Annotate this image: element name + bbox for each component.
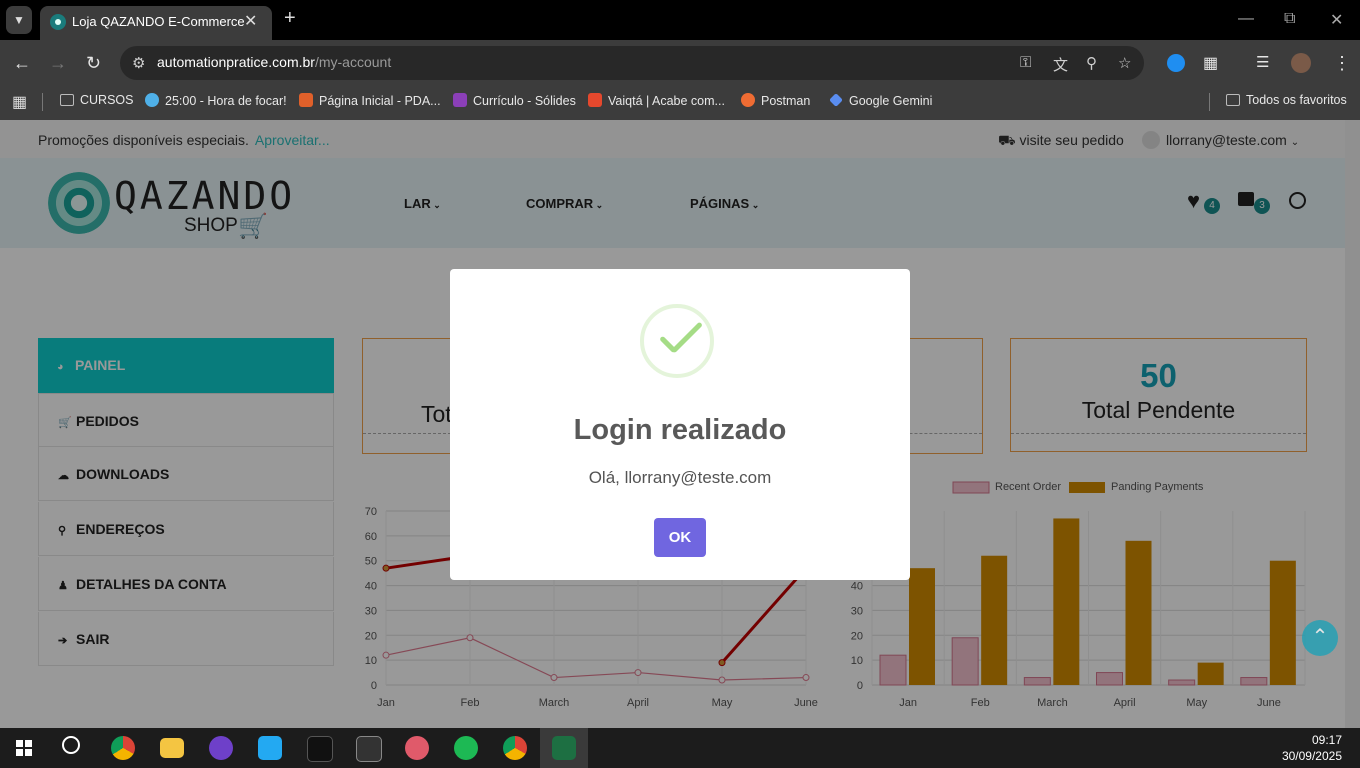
folder-icon	[60, 94, 74, 106]
windows-start-icon[interactable]	[16, 740, 32, 756]
restore-icon[interactable]: ⧉	[1284, 10, 1295, 28]
bookmark-pda[interactable]: Página Inicial - PDA...	[299, 93, 441, 108]
spotify-icon[interactable]	[454, 736, 478, 760]
zoom-icon[interactable]: ⚲	[1086, 54, 1097, 72]
bookmark-folder-cursos[interactable]: CURSOS	[60, 93, 133, 107]
snipping-tool-icon[interactable]	[405, 736, 429, 760]
forward-icon[interactable]: →	[49, 53, 67, 74]
chrome-profile-icon[interactable]	[503, 736, 527, 760]
browser-tab-bar: ▼ Loja QAZANDO E-Commerce ✕ + — ⧉ ✕	[0, 0, 1360, 40]
tab-active[interactable]: Loja QAZANDO E-Commerce ✕	[40, 6, 272, 40]
gemini-sparkle-icon	[829, 93, 843, 107]
address-bar[interactable]: ⚙ automationpratice.com.br/my-account ⚿ …	[120, 46, 1144, 80]
all-bookmarks-folder[interactable]: Todos os favoritos	[1226, 93, 1347, 107]
bookmark-hora-de-focar[interactable]: 25:00 - Hora de focar!	[145, 93, 287, 108]
triangle-logo-icon	[299, 93, 313, 107]
new-tab-icon[interactable]: +	[284, 7, 296, 30]
bookmarks-bar: ▦ CURSOS 25:00 - Hora de focar! Página I…	[0, 86, 1360, 120]
reload-icon[interactable]: ↻	[86, 53, 101, 74]
close-tab-icon[interactable]: ✕	[244, 11, 257, 31]
qazando-app-icon[interactable]	[307, 736, 333, 762]
postman-logo-icon	[741, 93, 755, 107]
bookmark-gemini[interactable]: Google Gemini	[829, 93, 932, 108]
dialog-title: Login realizado	[573, 414, 787, 446]
bookmark-solides[interactable]: Currículo - Sólides	[453, 93, 576, 108]
success-check-icon	[640, 304, 714, 378]
dialog-message: Olá, llorrany@teste.com	[588, 468, 772, 487]
profile-avatar[interactable]	[1291, 53, 1311, 73]
excel-icon[interactable]	[552, 736, 576, 760]
bookmark-separator	[42, 93, 43, 111]
vscode-icon[interactable]	[258, 736, 282, 760]
ok-button[interactable]: OK	[654, 518, 706, 557]
vaiqta-logo-icon	[588, 93, 602, 107]
extensions-icon[interactable]: ▦	[1203, 53, 1218, 73]
search-icon[interactable]	[62, 736, 80, 754]
windows-taskbar: 09:17 30/09/2025	[0, 728, 1360, 768]
solides-logo-icon	[453, 93, 467, 107]
bookmark-vaiqta[interactable]: Vaiqtá | Acabe com...	[588, 93, 725, 108]
media-control-icon[interactable]: ☰	[1256, 53, 1269, 71]
password-key-icon[interactable]: ⚿	[1020, 54, 1031, 71]
site-favicon-icon	[50, 14, 66, 30]
scroll-to-top-button[interactable]: ⌃	[1302, 620, 1338, 656]
tab-title: Loja QAZANDO E-Commerce	[72, 14, 245, 29]
url-text: automationpratice.com.br/my-account	[157, 54, 392, 70]
translate-icon[interactable]: 文	[1053, 54, 1068, 75]
check-long-stroke	[671, 321, 703, 354]
bookmark-separator	[1209, 93, 1210, 111]
close-window-icon[interactable]: ✕	[1330, 10, 1343, 30]
clock-time: 09:17	[1311, 733, 1342, 747]
browser-menu-icon[interactable]: ⋮	[1333, 53, 1351, 74]
back-icon[interactable]: ←	[13, 53, 31, 74]
check-circle-icon	[145, 93, 159, 107]
tab-search-button[interactable]: ▼	[6, 6, 32, 34]
login-success-dialog: Login realizado Olá, llorrany@teste.com …	[450, 269, 910, 580]
extension-shazam-icon[interactable]	[1167, 54, 1185, 72]
terminal-icon[interactable]	[356, 736, 382, 762]
folder-icon	[1226, 94, 1240, 106]
bookmark-postman[interactable]: Postman	[741, 93, 810, 108]
minimize-icon[interactable]: —	[1238, 10, 1254, 28]
apps-grid-icon[interactable]: ▦	[12, 92, 27, 112]
bookmark-star-icon[interactable]: ☆	[1118, 54, 1131, 72]
github-desktop-icon[interactable]	[209, 736, 233, 760]
site-settings-icon[interactable]: ⚙	[132, 54, 145, 72]
clock-date: 30/09/2025	[1281, 749, 1342, 763]
browser-toolbar: ← → ↻ ⚙ automationpratice.com.br/my-acco…	[0, 40, 1360, 86]
chrome-icon[interactable]	[111, 736, 135, 760]
system-clock[interactable]: 09:17 30/09/2025	[1282, 732, 1342, 764]
file-explorer-icon[interactable]	[160, 738, 184, 758]
